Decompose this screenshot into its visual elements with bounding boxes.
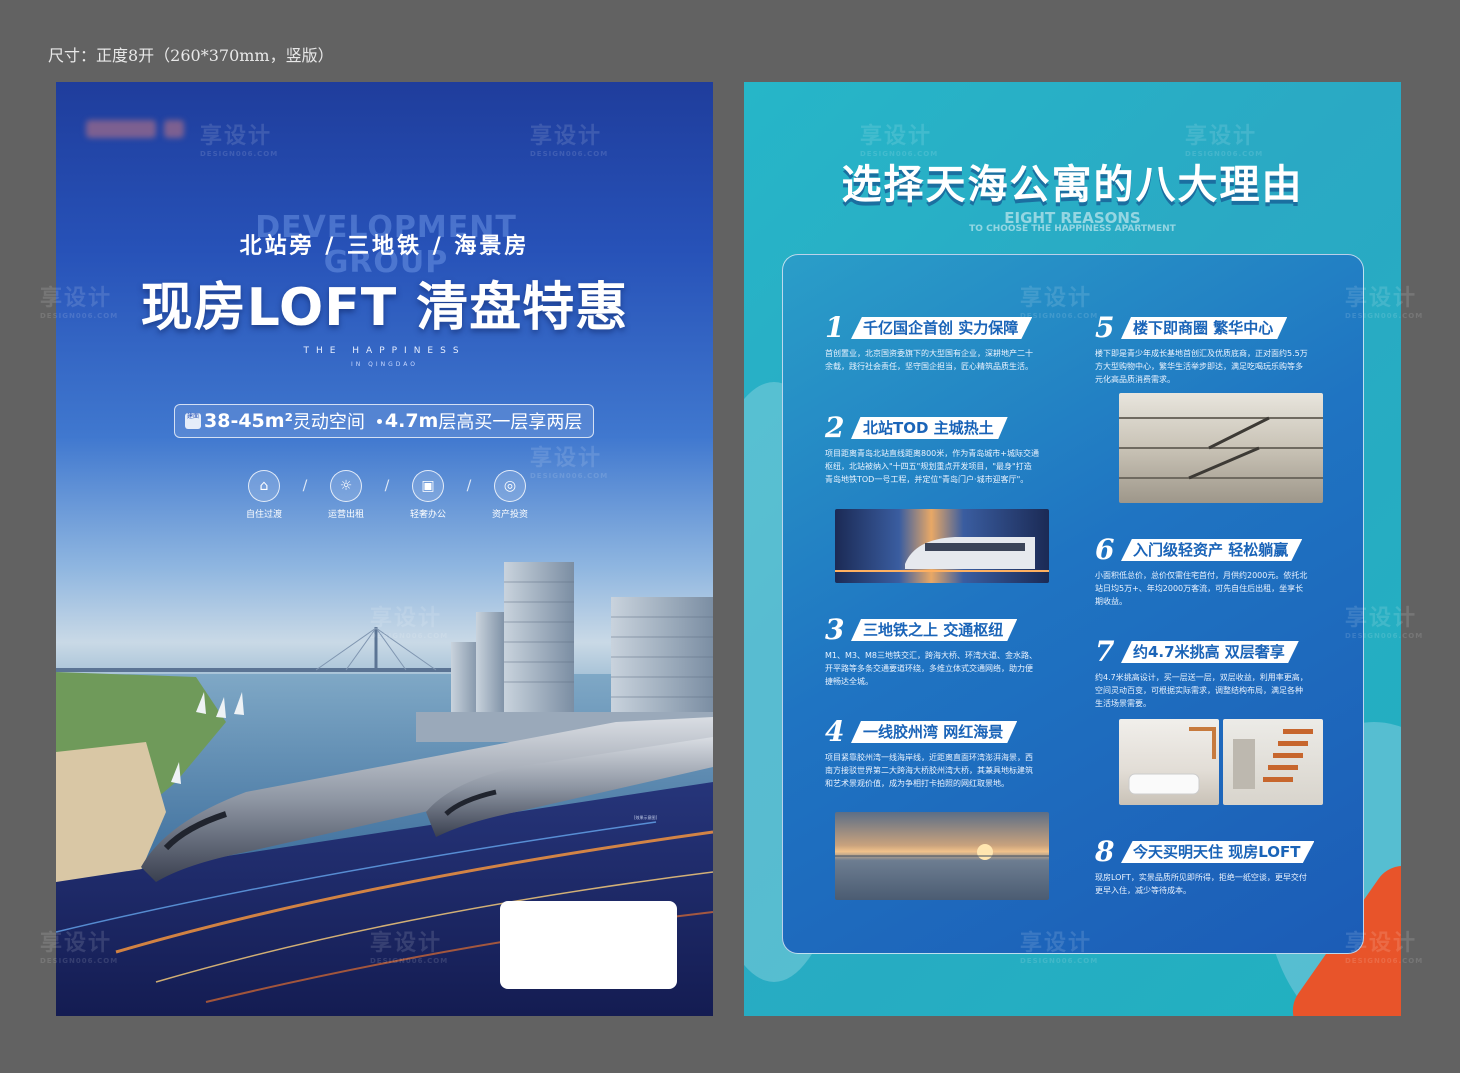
feature-pill: 建面 38-45m² 灵动空间 4.7m 层高买一层享两层 (174, 404, 594, 438)
loft-room-photo (1119, 719, 1219, 805)
reason-item: 4 一线胶州湾 网红海景 项目紧靠胶州湾一线海岸线，近距离直面环湾澎湃海景，西南方… (825, 715, 1045, 790)
sun-wave-icon: ☼ (330, 470, 362, 502)
area-value: 38-45m² (204, 410, 293, 432)
usage-label: 轻奢办公 (409, 510, 446, 520)
reason-item: 8 今天买明天住 现房LOFT 现房LOFT，实景品质所见即所得，拒绝一纸空谈，更… (1095, 835, 1315, 897)
reasons-title: 选择天海公寓的八大理由 (841, 162, 1304, 208)
reason-number: 7 (1095, 635, 1115, 668)
watermark: 享设计 DESIGN006.COM (1020, 931, 1099, 965)
reason-title: 楼下即商圈 繁华中心 (1121, 317, 1288, 339)
watermark: 享设计 DESIGN006.COM (530, 446, 609, 480)
watermark: 享设计 DESIGN006.COM (530, 124, 609, 158)
contact-box (500, 901, 677, 989)
watermark: 享设计 DESIGN006.COM (40, 931, 119, 965)
reason-item: 7 约4.7米挑高 双层奢享 约4.7米挑高设计，买一层送一层，双层收益，利用率更… (1095, 635, 1315, 710)
reason-number: 2 (825, 411, 845, 444)
reason-number: 1 (825, 311, 845, 344)
watermark: 享设计 DESIGN006.COM (1020, 286, 1099, 320)
tagline-en: THE HAPPINESS (303, 346, 466, 356)
usage-label: 自住过渡 (245, 510, 282, 520)
reason-number: 5 (1095, 311, 1115, 344)
reason-item: 5 楼下即商圈 繁华中心 楼下即是青少年成长基地首创汇及优质底商，正对面约5.5万… (1095, 311, 1315, 386)
watermark: 享设计 DESIGN006.COM (200, 124, 279, 158)
height-text: 层高买一层享两层 (438, 412, 583, 433)
size-label: 尺寸：正度8开（260*370mm，竖版） (48, 46, 334, 65)
reasons-subtitle-en: TO CHOOSE THE HAPPINESS APARTMENT (969, 224, 1176, 234)
bullet-dot (376, 418, 382, 424)
usage-item: ☼ 运营出租 (314, 470, 378, 520)
usage-label: 运营出租 (327, 510, 364, 520)
watermark: 享设计 DESIGN006.COM (1185, 124, 1264, 158)
brand-logo-blur (164, 120, 184, 138)
reason-item: 2 北站TOD 主城热土 项目距离青岛北站直线距离800米，作为青岛城市+城际交通… (825, 411, 1045, 486)
mall-photo-art (1119, 416, 1323, 480)
reason-title: 三地铁之上 交通枢纽 (851, 619, 1018, 641)
watermark: 享设计 DESIGN006.COM (40, 286, 119, 320)
sea-sunset-photo (835, 812, 1049, 900)
watermark: 享设计 DESIGN006.COM (370, 931, 449, 965)
brand-logo-blur (86, 120, 156, 138)
loft-room-art (1128, 727, 1216, 795)
mall-photo (1119, 393, 1323, 503)
sea-sunset-art (835, 844, 1049, 860)
height-value: 4.7m (384, 410, 439, 432)
watermark: 享设计 DESIGN006.COM (370, 606, 449, 640)
train-photo (835, 509, 1049, 583)
reason-number: 4 (825, 715, 845, 748)
reason-title: 北站TOD 主城热土 (851, 417, 1008, 439)
tagline-en-sub: IN QINGDAO (350, 361, 419, 368)
reason-item: 1 千亿国企首创 实力保障 首创置业，北京国资委旗下的大型国有企业，深耕地产二十余… (825, 311, 1045, 373)
reason-text: 首创置业，北京国资委旗下的大型国有企业，深耕地产二十余载，践行社会责任，坚守国企… (825, 349, 1033, 371)
reasons-card: 1 千亿国企首创 实力保障 首创置业，北京国资委旗下的大型国有企业，深耕地产二十余… (782, 254, 1364, 954)
subtitle: 北站旁 / 三地铁 / 海景房 (239, 234, 530, 259)
separator: / (466, 478, 472, 494)
separator: / (384, 478, 390, 494)
reason-text: 小面积低总价，总价仅需住宅首付，月供约2000元。依托北站日均5万+、年均200… (1095, 571, 1308, 606)
usage-item: ⌂ 自住过渡 (232, 470, 296, 520)
reason-number: 8 (1095, 835, 1115, 868)
reason-title: 入门级轻资产 轻松躺赢 (1121, 539, 1303, 561)
watermark: 享设计 DESIGN006.COM (1345, 931, 1424, 965)
reason-title: 今天买明天住 现房LOFT (1121, 841, 1315, 863)
flyer-front: DEVELOPMENT GROUP 北站旁 / 三地铁 / 海景房 现房LOFT… (56, 82, 713, 1016)
photo-note: [效果示意图] (634, 815, 658, 820)
coins-icon: ◎ (494, 470, 526, 502)
reason-title: 一线胶州湾 网红海景 (851, 721, 1018, 743)
reason-text: 约4.7米挑高设计，买一层送一层，双层收益，利用率更高，空间灵动百变，可根据实际… (1095, 673, 1308, 708)
train-photo-art (835, 537, 1049, 572)
usage-icons: ⌂ 自住过渡 / ☼ 运营出租 / ▣ 轻奢办公 / ◎ 资产投资 (232, 470, 542, 520)
usage-label: 资产投资 (491, 510, 528, 520)
watermark: 享设计 DESIGN006.COM (1345, 286, 1424, 320)
reason-text: 现房LOFT，实景品质所见即所得，拒绝一纸空谈，更早交付更早入住，减少等待成本。 (1095, 873, 1307, 895)
reason-text: 楼下即是青少年成长基地首创汇及优质底商，正对面约5.5万方大型购物中心，繁华生活… (1095, 349, 1308, 384)
reason-item: 3 三地铁之上 交通枢纽 M1、M3、M8三地铁交汇，跨海大桥、环湾大道、金水路、… (825, 613, 1045, 688)
reason-number: 6 (1095, 533, 1115, 566)
area-tag: 建面 (185, 413, 201, 429)
reason-title: 千亿国企首创 实力保障 (851, 317, 1033, 339)
watermark: 享设计 DESIGN006.COM (860, 124, 939, 158)
separator: / (302, 478, 308, 494)
reason-number: 3 (825, 613, 845, 646)
loft-stairs-art (1233, 729, 1313, 789)
home-icon: ⌂ (248, 470, 280, 502)
flyer-back: 选择天海公寓的八大理由 EIGHT REASONS TO CHOOSE THE … (744, 82, 1401, 1016)
reason-title: 约4.7米挑高 双层奢享 (1121, 641, 1299, 663)
loft-stairs-photo (1223, 719, 1323, 805)
reason-text: 项目紧靠胶州湾一线海岸线，近距离直面环湾澎湃海景，西南方接驳世界第二大跨海大桥胶… (825, 753, 1033, 788)
reason-text: M1、M3、M8三地铁交汇，跨海大桥、环湾大道、金水路、开平路等多条交通要道环绕… (825, 651, 1037, 686)
reason-item: 6 入门级轻资产 轻松躺赢 小面积低总价，总价仅需住宅首付，月供约2000元。依托… (1095, 533, 1315, 608)
area-text: 灵动空间 (292, 412, 365, 433)
usage-item: ▣ 轻奢办公 (396, 470, 460, 520)
headline: 现房LOFT 清盘特惠 (140, 278, 629, 338)
briefcase-icon: ▣ (412, 470, 444, 502)
watermark: 享设计 DESIGN006.COM (1345, 606, 1424, 640)
reason-text: 项目距离青岛北站直线距离800米，作为青岛城市+城际交通枢纽，北站被纳入"十四五… (825, 449, 1039, 484)
